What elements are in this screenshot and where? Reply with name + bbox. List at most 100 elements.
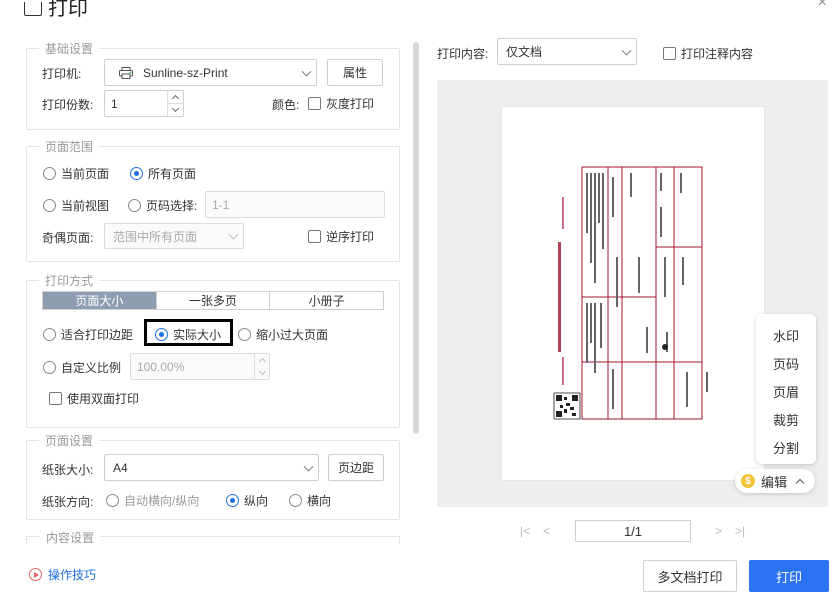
radio-actual-size[interactable]: 实际大小 bbox=[155, 326, 221, 343]
printer-device-icon bbox=[119, 66, 133, 79]
print-mode-tabs: 页面大小 一张多页 小册子 bbox=[42, 291, 384, 310]
orientation-label: 纸张方向: bbox=[42, 495, 94, 509]
multi-document-print-button[interactable]: 多文档打印 bbox=[643, 560, 737, 592]
next-page-icon[interactable]: > bbox=[715, 524, 722, 538]
radio-label: 当前页面 bbox=[61, 167, 110, 181]
print-content-select[interactable]: 仅文档 bbox=[497, 38, 637, 65]
radio-all-pages[interactable]: 所有页面 bbox=[130, 165, 196, 182]
copies-stepper[interactable]: 1 bbox=[104, 90, 184, 117]
last-page-icon[interactable]: >| bbox=[735, 524, 745, 538]
page-setup-legend: 页面设置 bbox=[45, 434, 94, 448]
radio-current-view[interactable]: 当前视图 bbox=[43, 197, 109, 214]
radio-label: 页码选择: bbox=[146, 199, 198, 213]
scale-stepper[interactable]: 100.00% bbox=[130, 353, 270, 380]
radio-label: 所有页面 bbox=[148, 167, 197, 181]
printer-label: 打印机: bbox=[42, 67, 82, 81]
duplex-label: 使用双面打印 bbox=[67, 392, 140, 406]
settings-scrollbar[interactable] bbox=[413, 42, 419, 434]
qr-code bbox=[553, 392, 581, 420]
play-icon bbox=[29, 568, 42, 581]
first-page-icon[interactable]: |< bbox=[520, 524, 530, 538]
chevron-down-icon bbox=[228, 229, 239, 240]
copies-label: 打印份数: bbox=[42, 98, 94, 112]
checkbox-box[interactable] bbox=[663, 47, 676, 60]
radio-fit-margin[interactable]: 适合打印边距 bbox=[43, 326, 133, 343]
properties-button[interactable]: 属性 bbox=[327, 59, 383, 86]
odd-even-value: 范围中所有页面 bbox=[113, 229, 198, 244]
content-settings-legend: 内容设置 bbox=[40, 529, 101, 546]
chevron-up-icon[interactable] bbox=[171, 94, 180, 103]
chevron-down-icon bbox=[303, 461, 314, 472]
print-annotations-checkbox[interactable]: 打印注释内容 bbox=[663, 45, 753, 62]
radio-page-select[interactable]: 页码选择: bbox=[128, 197, 197, 214]
radio-label: 自动横向/纵向 bbox=[124, 494, 200, 508]
copies-value: 1 bbox=[111, 96, 118, 111]
radio-dot[interactable] bbox=[43, 167, 56, 180]
print-annotations-label: 打印注释内容 bbox=[681, 47, 754, 61]
radio-dot[interactable] bbox=[155, 328, 168, 341]
odd-even-select[interactable]: 范围中所有页面 bbox=[104, 223, 244, 249]
print-button[interactable]: 打印 bbox=[749, 560, 829, 592]
close-icon[interactable]: × bbox=[818, 0, 827, 12]
radio-dot[interactable] bbox=[43, 328, 56, 341]
paper-size-select[interactable]: A4 bbox=[104, 454, 319, 481]
radio-current-page[interactable]: 当前页面 bbox=[43, 165, 109, 182]
radio-label: 纵向 bbox=[244, 494, 269, 508]
dialog-title: 打印 bbox=[24, 0, 88, 21]
prev-page-icon[interactable]: < bbox=[543, 524, 550, 538]
menu-item-split[interactable]: 分割 bbox=[756, 438, 816, 457]
edit-button[interactable]: $ 编辑 bbox=[735, 469, 815, 493]
radio-portrait[interactable]: 纵向 bbox=[226, 492, 268, 509]
menu-item-watermark[interactable]: 水印 bbox=[756, 326, 816, 345]
page-range-input[interactable]: 1-1 bbox=[205, 191, 385, 218]
tab-page-size[interactable]: 页面大小 bbox=[43, 292, 157, 309]
paper-size-label: 纸张大小: bbox=[42, 463, 94, 477]
radio-label: 适合打印边距 bbox=[61, 328, 134, 342]
reverse-print-checkbox[interactable]: 逆序打印 bbox=[308, 228, 374, 245]
grayscale-label: 灰度打印 bbox=[326, 97, 375, 111]
chevron-down-icon bbox=[301, 66, 312, 77]
radio-dot[interactable] bbox=[106, 494, 119, 507]
duplex-checkbox[interactable]: 使用双面打印 bbox=[49, 390, 139, 407]
preview-side-menu: 水印 页码 页眉 裁剪 分割 bbox=[756, 314, 816, 464]
tab-booklet[interactable]: 小册子 bbox=[270, 292, 383, 309]
radio-dot[interactable] bbox=[130, 167, 143, 180]
radio-dot[interactable] bbox=[289, 494, 302, 507]
radio-auto-orientation[interactable]: 自动横向/纵向 bbox=[106, 492, 199, 509]
radio-dot[interactable] bbox=[128, 199, 141, 212]
checkbox-box[interactable] bbox=[308, 230, 321, 243]
coin-icon: $ bbox=[741, 474, 755, 488]
chevron-up-icon[interactable] bbox=[258, 357, 267, 366]
invoice-thumbnail bbox=[553, 166, 708, 420]
chevron-down-icon[interactable] bbox=[258, 367, 267, 376]
tips-link[interactable]: 操作技巧 bbox=[29, 566, 96, 583]
grayscale-checkbox[interactable]: 灰度打印 bbox=[308, 95, 374, 112]
radio-custom-scale[interactable]: 自定义比例 bbox=[43, 359, 121, 376]
checkbox-box[interactable] bbox=[308, 97, 321, 110]
preview-page bbox=[501, 106, 765, 481]
printer-select[interactable]: Sunline-sz-Print bbox=[104, 59, 317, 86]
radio-dot[interactable] bbox=[238, 328, 251, 341]
page-indicator[interactable]: 1/1 bbox=[575, 520, 691, 542]
menu-item-page-number[interactable]: 页码 bbox=[756, 354, 816, 373]
radio-dot[interactable] bbox=[43, 199, 56, 212]
radio-dot[interactable] bbox=[226, 494, 239, 507]
print-mode-legend: 打印方式 bbox=[45, 274, 94, 288]
color-label: 颜色: bbox=[272, 98, 300, 112]
print-content-value: 仅文档 bbox=[506, 45, 543, 59]
chevron-down-icon bbox=[621, 45, 632, 56]
checkbox-box[interactable] bbox=[49, 392, 62, 405]
menu-item-crop[interactable]: 裁剪 bbox=[756, 410, 816, 429]
printer-icon bbox=[24, 1, 42, 16]
stepper-buttons[interactable] bbox=[167, 91, 183, 116]
radio-shrink-large[interactable]: 缩小过大页面 bbox=[238, 326, 328, 343]
radio-landscape[interactable]: 横向 bbox=[289, 492, 331, 509]
radio-dot[interactable] bbox=[43, 361, 56, 374]
margins-button[interactable]: 页边距 bbox=[328, 454, 384, 481]
edit-label: 编辑 bbox=[761, 474, 788, 490]
radio-label: 实际大小 bbox=[173, 328, 222, 342]
scale-stepper-buttons[interactable] bbox=[254, 354, 269, 379]
menu-item-header[interactable]: 页眉 bbox=[756, 382, 816, 401]
tab-multi-page[interactable]: 一张多页 bbox=[157, 292, 271, 309]
chevron-down-icon[interactable] bbox=[171, 104, 180, 113]
